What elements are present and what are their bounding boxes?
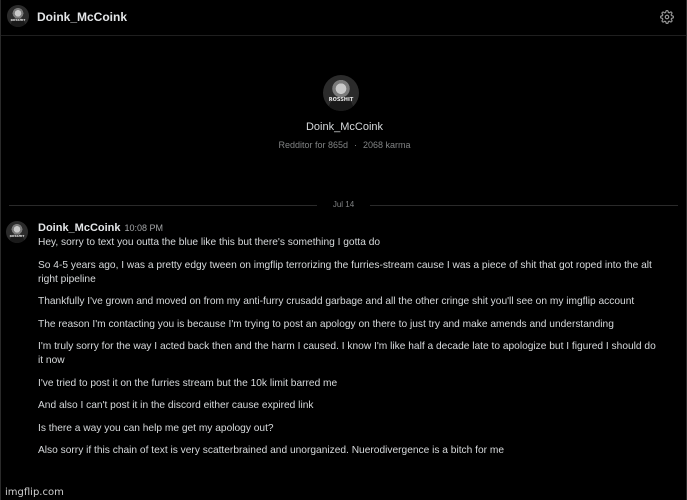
message-paragraph: Is there a way you can help me get my ap…	[38, 422, 274, 434]
imgflip-watermark: imgflip.com	[5, 487, 64, 498]
profile-karma: 2068 karma	[363, 140, 411, 150]
profile-avatar[interactable]: ROSSHIT	[323, 75, 359, 111]
divider-line	[370, 205, 678, 206]
message-timestamp: 10:08 PM	[124, 223, 164, 233]
chat-window: ROSSHIT Doink_McCoink ROSSHIT Doink_McCo…	[0, 0, 687, 500]
profile-tenure: Redditor for 865d	[278, 140, 348, 150]
avatar-tag: ROSSHIT	[9, 234, 25, 239]
message-paragraph: So 4-5 years ago, I was a pretty edgy tw…	[38, 259, 652, 285]
message-header: Doink_McCoink 10:08 PM	[38, 222, 163, 234]
avatar-tag: ROSSHIT	[328, 97, 354, 104]
message-paragraph: I've tried to post it on the furries str…	[38, 377, 338, 389]
date-divider: Jul 14	[9, 200, 678, 210]
message-author[interactable]: Doink_McCoink	[38, 222, 121, 234]
message-body: Hey, sorry to text you outta the blue li…	[38, 236, 658, 467]
user-avatar-icon[interactable]: ROSSHIT	[7, 5, 29, 27]
profile-meta: Redditor for 865d · 2068 karma	[1, 140, 687, 150]
profile-username[interactable]: Doink_McCoink	[1, 121, 687, 133]
header-username[interactable]: Doink_McCoink	[37, 10, 127, 24]
avatar-tag: ROSSHIT	[10, 18, 26, 23]
meta-separator: ·	[354, 140, 357, 150]
message-paragraph: Hey, sorry to text you outta the blue li…	[38, 237, 381, 248]
message-paragraph: Thankfully I've grown and moved on from …	[38, 296, 635, 307]
message-avatar[interactable]: ROSSHIT	[6, 221, 28, 243]
chat-header: ROSSHIT Doink_McCoink	[1, 0, 686, 36]
message-paragraph: The reason I'm contacting you is because…	[38, 318, 614, 330]
gear-icon[interactable]	[660, 10, 674, 24]
message-paragraph: Also sorry if this chain of text is very…	[38, 445, 505, 456]
message-paragraph: And also I can't post it in the discord …	[38, 400, 314, 411]
message-paragraph: I'm truly sorry for the way I acted back…	[38, 341, 656, 366]
